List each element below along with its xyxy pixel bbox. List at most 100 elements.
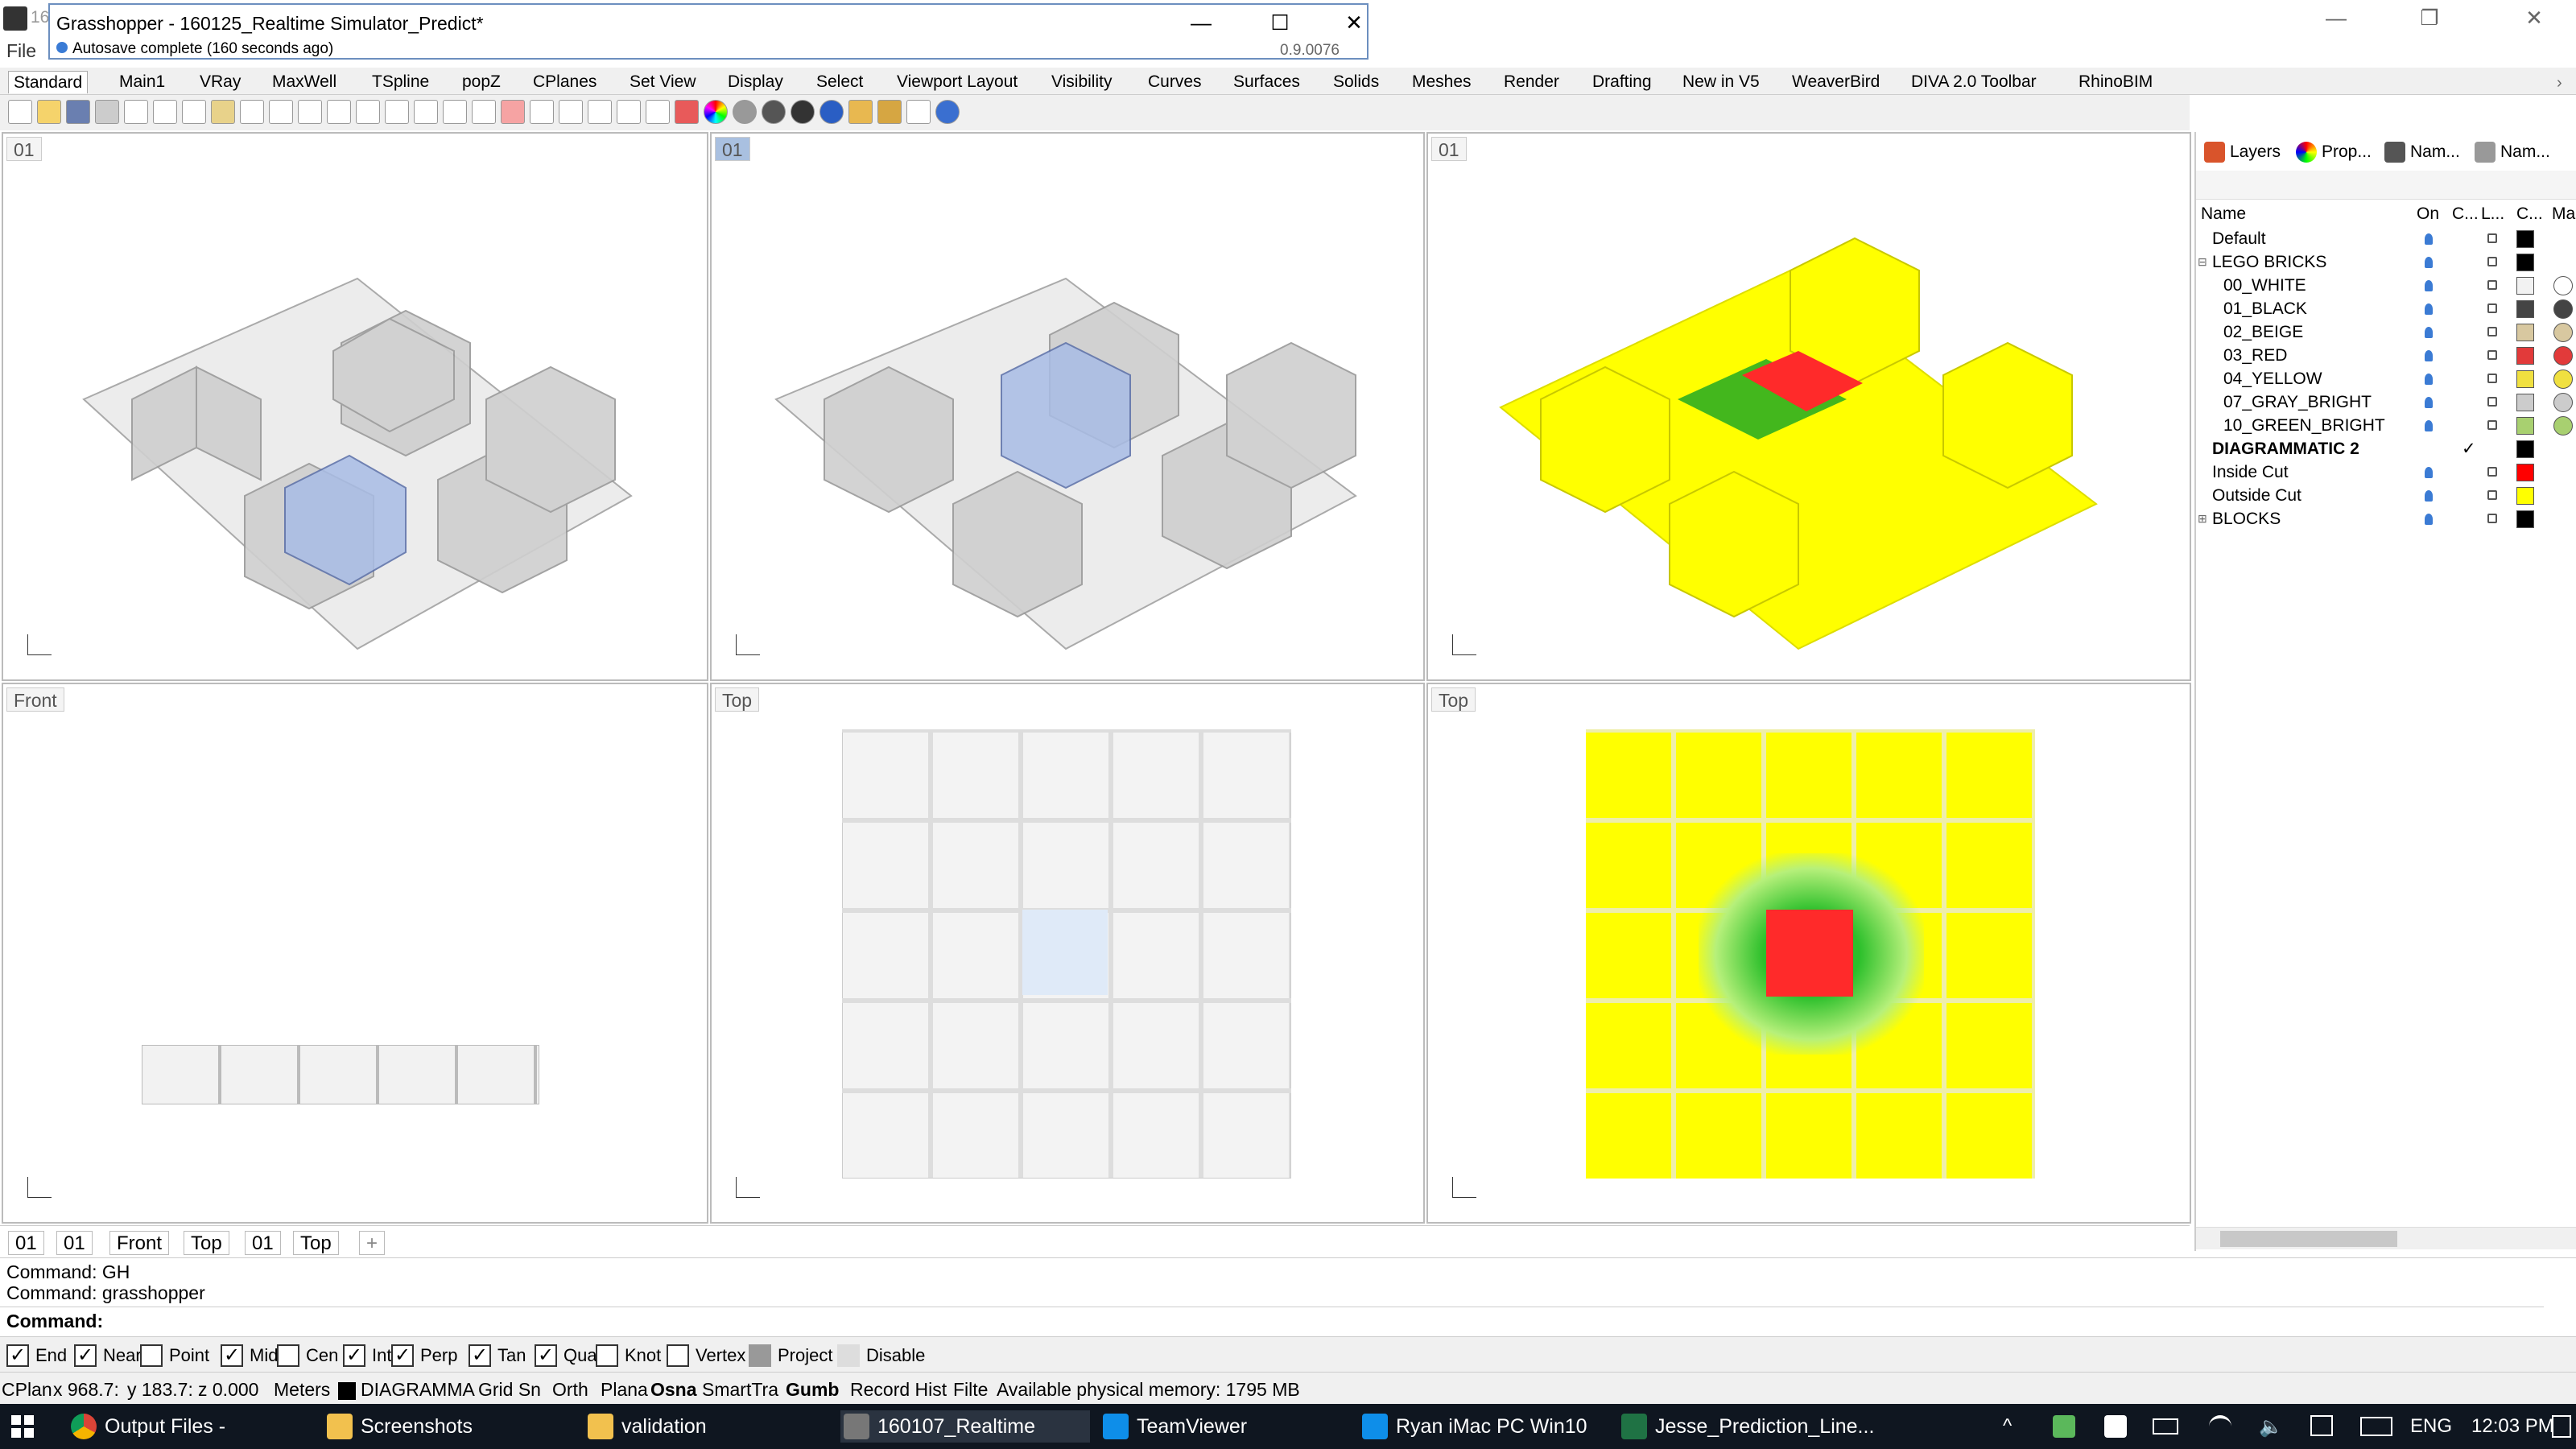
tab-tspline[interactable]: TSpline: [367, 71, 434, 93]
rhino-close-button[interactable]: ✕: [2510, 3, 2558, 32]
viewport-tab[interactable]: 01: [245, 1231, 281, 1255]
rendered-sphere-icon[interactable]: [791, 100, 815, 124]
current-layer[interactable]: DIAGRAMMA: [361, 1377, 475, 1402]
language-indicator[interactable]: ENG: [2410, 1415, 2452, 1438]
status-grid-snap[interactable]: Grid Sn: [478, 1377, 541, 1402]
four-viewports-icon[interactable]: [472, 100, 496, 124]
panel-tab-named-cplanes[interactable]: Nam...: [2471, 138, 2550, 166]
checkbox-icon[interactable]: ✓: [221, 1344, 243, 1367]
layer-visible-icon[interactable]: [2425, 233, 2433, 245]
layer-color-swatch[interactable]: [2516, 277, 2534, 295]
light-icon[interactable]: [617, 100, 641, 124]
cut-icon[interactable]: [153, 100, 177, 124]
layer-lock-icon[interactable]: [2487, 257, 2497, 266]
properties-gear-icon[interactable]: [877, 100, 902, 124]
layer-lock-icon[interactable]: [2487, 490, 2497, 500]
close-button[interactable]: ✕: [1330, 8, 1378, 37]
tab-visibility[interactable]: Visibility: [1046, 71, 1117, 93]
layer-visible-icon[interactable]: [2425, 490, 2433, 502]
layer-color-swatch[interactable]: [2516, 300, 2534, 318]
layer-row[interactable]: 04_YELLOW: [2196, 367, 2576, 390]
layer-color-swatch[interactable]: [2516, 370, 2534, 388]
horizontal-scrollbar[interactable]: [2196, 1227, 2576, 1249]
layer-color-swatch[interactable]: [2516, 464, 2534, 481]
checkbox-icon[interactable]: [140, 1344, 163, 1367]
osnap-mid[interactable]: ✓ Mid: [221, 1344, 278, 1368]
tab-render[interactable]: Render: [1499, 71, 1564, 93]
action-center-icon[interactable]: [2552, 1415, 2571, 1438]
tab-cplanes[interactable]: CPlanes: [528, 71, 601, 93]
layer-row[interactable]: 03_RED: [2196, 344, 2576, 367]
file-menu[interactable]: File: [6, 40, 36, 62]
viewport-top-grey[interactable]: Top: [710, 683, 1425, 1224]
checkbox-icon[interactable]: [749, 1344, 771, 1367]
layer-visible-icon[interactable]: [2425, 467, 2433, 478]
checkbox-icon[interactable]: [277, 1344, 299, 1367]
column-material[interactable]: Ma: [2552, 204, 2575, 224]
layer-visible-icon[interactable]: [2425, 514, 2433, 525]
paste-icon[interactable]: [211, 100, 235, 124]
layer-color-swatch[interactable]: [2516, 230, 2534, 248]
zoom-window-icon[interactable]: [356, 100, 380, 124]
layer-visible-icon[interactable]: [2425, 397, 2433, 408]
show-objects-icon[interactable]: [559, 100, 583, 124]
viewport-perspective-3[interactable]: 01: [1426, 132, 2191, 681]
layer-color-swatch[interactable]: [2516, 394, 2534, 411]
layer-lock-icon[interactable]: [2487, 327, 2497, 336]
material-sphere-icon[interactable]: [819, 100, 844, 124]
layer-row[interactable]: 10_GREEN_BRIGHT: [2196, 414, 2576, 437]
tab-standard[interactable]: Standard: [8, 71, 89, 93]
viewport-tab[interactable]: Top: [293, 1231, 339, 1255]
osnap-tan[interactable]: ✓ Tan: [469, 1344, 526, 1368]
checkbox-icon[interactable]: [596, 1344, 618, 1367]
panel-tab-named-views[interactable]: Nam...: [2381, 138, 2460, 166]
tab-curves[interactable]: Curves: [1143, 71, 1207, 93]
layer-color-swatch[interactable]: [2516, 324, 2534, 341]
viewport-front[interactable]: Front: [2, 683, 708, 1224]
tray-chevron-icon[interactable]: ^: [2003, 1415, 2012, 1438]
layer-visible-icon[interactable]: [2425, 327, 2433, 338]
osnap-int[interactable]: ✓ Int: [343, 1344, 391, 1368]
layer-lock-icon[interactable]: [2487, 514, 2497, 523]
lock-icon[interactable]: [646, 100, 670, 124]
undo-icon[interactable]: [240, 100, 264, 124]
zoom-selected-icon[interactable]: [414, 100, 438, 124]
zoom-icon[interactable]: [327, 100, 351, 124]
keyboard-icon[interactable]: [2360, 1417, 2392, 1436]
column-on[interactable]: On: [2417, 204, 2439, 224]
rhino-restore-button[interactable]: ❐: [2405, 3, 2454, 32]
layer-visible-icon[interactable]: [2425, 303, 2433, 315]
copy-icon[interactable]: [182, 100, 206, 124]
clock[interactable]: 12:03 PM: [2471, 1415, 2554, 1438]
add-viewport-tab[interactable]: +: [359, 1231, 386, 1255]
tab-viewport-layout[interactable]: Viewport Layout: [892, 71, 1022, 93]
dropbox-icon[interactable]: [2104, 1415, 2127, 1438]
layer-lock-icon[interactable]: [2487, 350, 2497, 360]
tray-app-icon[interactable]: [2053, 1415, 2075, 1438]
osnap-project[interactable]: Project: [749, 1344, 832, 1368]
status-osnap[interactable]: Osna: [650, 1377, 697, 1402]
layer-row[interactable]: Outside Cut: [2196, 484, 2576, 507]
tab-solids[interactable]: Solids: [1328, 71, 1384, 93]
battery-icon[interactable]: [2153, 1418, 2178, 1435]
layer-color-swatch[interactable]: [2516, 417, 2534, 435]
status-smarttrack[interactable]: SmartTra: [702, 1377, 778, 1402]
layer-lock-icon[interactable]: [2487, 303, 2497, 313]
taskbar-item-teamviewer[interactable]: TeamViewer: [1100, 1410, 1341, 1443]
layer-row[interactable]: Default: [2196, 227, 2576, 250]
scroll-thumb[interactable]: [2220, 1231, 2397, 1247]
panel-tab-properties[interactable]: Prop...: [2293, 138, 2372, 166]
tab-maxwell[interactable]: MaxWell: [267, 71, 341, 93]
checkbox-icon[interactable]: [837, 1344, 860, 1367]
checkbox-icon[interactable]: ✓: [74, 1344, 97, 1367]
viewport-label[interactable]: Front: [6, 687, 64, 712]
viewport-tab[interactable]: Top: [184, 1231, 229, 1255]
layer-color-swatch[interactable]: [2516, 487, 2534, 505]
layer-visible-icon[interactable]: [2425, 374, 2433, 385]
osnap-point[interactable]: Point: [140, 1344, 209, 1368]
status-ortho[interactable]: Orth: [552, 1377, 588, 1402]
status-planar[interactable]: Plana: [601, 1377, 648, 1402]
layer-lock-icon[interactable]: [2487, 374, 2497, 383]
tab-rhinobim[interactable]: RhinoBIM: [2074, 71, 2157, 93]
layer-color-swatch[interactable]: [2516, 254, 2534, 271]
